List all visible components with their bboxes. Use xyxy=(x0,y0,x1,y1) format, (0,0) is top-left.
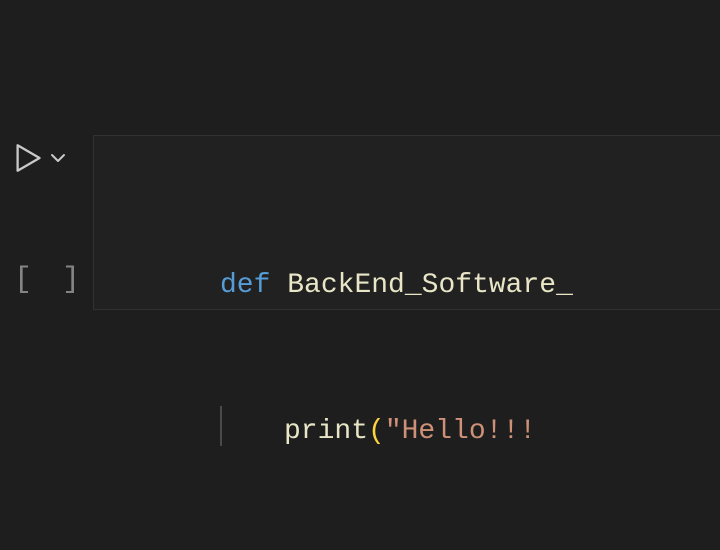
chevron-down-icon[interactable] xyxy=(48,148,68,168)
code-cell[interactable]: def BackEnd_Software_ print("Hello!!! xyxy=(93,135,720,310)
paren-open: ( xyxy=(368,416,385,447)
code-block[interactable]: def BackEnd_Software_ print("Hello!!! xyxy=(220,166,573,550)
editor-area: def BackEnd_Software_ print("Hello!!! [ … xyxy=(0,0,720,540)
function-name: BackEnd_Software_ xyxy=(287,270,573,301)
code-line-2[interactable]: print("Hello!!! xyxy=(220,406,573,454)
code-line-1[interactable]: def BackEnd_Software_ xyxy=(220,262,573,310)
run-cell-icon[interactable] xyxy=(14,143,42,173)
call-print: print xyxy=(284,416,368,447)
string-literal: "Hello!!! xyxy=(385,416,553,447)
space xyxy=(270,270,287,301)
indent-guide xyxy=(220,406,222,446)
run-controls xyxy=(14,143,68,173)
keyword-def: def xyxy=(220,270,270,301)
execution-count: [ ] xyxy=(14,263,86,297)
